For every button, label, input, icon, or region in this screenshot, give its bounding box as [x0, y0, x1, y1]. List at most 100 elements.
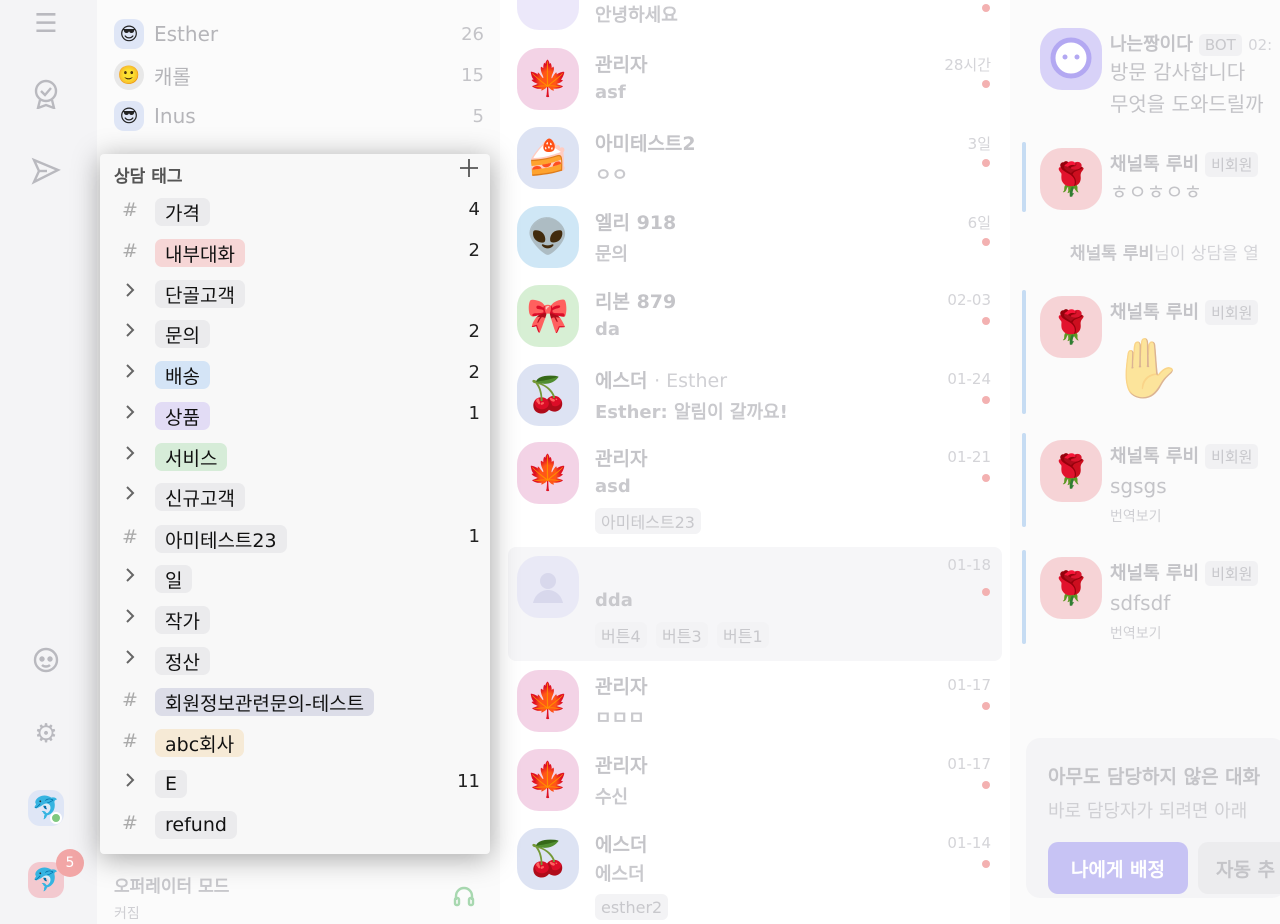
tag-row[interactable]: # 가격 4 [100, 193, 490, 233]
agent-name-text: 채널톡 루비 [1110, 154, 1200, 175]
conversation-item[interactable]: 🍁 관리자 ㅁㅁㅁ 01-17 [500, 670, 1005, 740]
conversation-last-message: 에스더 [595, 864, 645, 885]
conversation-item[interactable]: 🎀 리본 879 da 02-03 [500, 285, 1005, 355]
conversation-name: 관리자 [595, 755, 648, 777]
chevron-right-icon[interactable] [120, 648, 140, 670]
chevron-right-icon[interactable] [120, 321, 140, 343]
avatar: 🎀 [517, 285, 579, 347]
tag-count: 2 [468, 240, 480, 261]
conversation-name: 에스더 · Esther [595, 366, 727, 393]
tag-label[interactable]: 상품 [155, 402, 210, 430]
agent-role-badge: 비회원 [1205, 561, 1259, 586]
assign-to-me-button[interactable]: 나에게 배정 [1048, 842, 1188, 894]
translate-link[interactable]: 번역보기 [1110, 506, 1162, 526]
avatar: 🍁 [517, 442, 579, 504]
tag-row[interactable]: # 아미테스트23 1 [100, 520, 490, 560]
bot-time: 02: [1248, 36, 1273, 54]
tag-row[interactable]: # 내부대화 2 [100, 234, 490, 274]
conversation-last-message: da [595, 319, 621, 340]
avatar: 🍒 [517, 364, 579, 426]
tag-label[interactable]: abc회사 [155, 729, 245, 757]
conversation-tag: 버튼3 [656, 622, 708, 648]
popup-title: 상담 태그 [114, 167, 183, 187]
conversation-item[interactable]: 🍒 에스더 에스더 01-14 esther2 [500, 828, 1005, 924]
tag-label[interactable]: 서비스 [155, 443, 228, 471]
unread-dot [982, 159, 990, 167]
auto-assign-button[interactable]: 자동 추 [1198, 842, 1280, 894]
conversation-time: 01-24 [947, 370, 991, 388]
member-row-inus[interactable]: 😎 Inus 5 [114, 98, 484, 134]
tag-count: 1 [468, 526, 480, 547]
conversation-item[interactable]: 🍁 관리자 asd 01-21 아미테스트23 [500, 442, 1005, 542]
list-icon[interactable]: ☰ [30, 8, 62, 40]
chevron-right-icon[interactable] [120, 484, 140, 506]
tag-label[interactable]: 아미테스트23 [155, 525, 287, 553]
conversation-name: 리본 879 [595, 291, 677, 313]
headset-icon[interactable] [452, 884, 476, 914]
conversation-item[interactable]: 🍁 관리자 수신 01-17 [500, 749, 1005, 819]
tag-label[interactable]: 회원정보관련문의-테스트 [155, 688, 375, 716]
chevron-right-icon[interactable] [120, 607, 140, 629]
avatar: 🍰 [517, 127, 579, 189]
chevron-right-icon[interactable] [120, 771, 140, 793]
conversation-last-message: 문의 [595, 244, 629, 265]
tag-row[interactable]: E 11 [100, 765, 490, 805]
tag-row[interactable]: 상품 1 [100, 397, 490, 437]
send-icon[interactable] [30, 155, 62, 187]
tag-row[interactable]: 문의 2 [100, 315, 490, 355]
conversation-last-message: asf [595, 82, 626, 103]
member-row-esther[interactable]: 😎 Esther 26 [114, 16, 484, 52]
conversation-item[interactable]: 🍰 아미테스트2 ㅇㅇ 3일 [500, 127, 1005, 197]
tag-row[interactable]: # 회원정보관련문의-테스트 [100, 683, 490, 723]
tag-label[interactable]: 작가 [155, 606, 210, 634]
agent-avatar: 🌹 [1040, 296, 1102, 358]
conversation-name: 관리자 [595, 448, 648, 470]
chevron-right-icon[interactable] [120, 281, 140, 303]
conversation-item[interactable]: 👽 엘리 918 문의 6일 [500, 206, 1005, 276]
conversation-item[interactable]: dda 01-18 버튼4 버튼3 버튼1 [500, 556, 1005, 656]
tag-row[interactable]: 단골고객 [100, 275, 490, 315]
chevron-right-icon[interactable] [120, 444, 140, 466]
member-row-carol[interactable]: 🙂 캐롤 15 [114, 57, 484, 93]
tag-row[interactable]: 작가 [100, 601, 490, 641]
tag-label[interactable]: 가격 [155, 198, 210, 226]
tag-label[interactable]: E [155, 770, 188, 798]
translate-link[interactable]: 번역보기 [1110, 623, 1162, 643]
tag-label[interactable]: 문의 [155, 320, 210, 348]
tag-row[interactable]: 서비스 [100, 438, 490, 478]
tag-label[interactable]: 일 [155, 565, 193, 593]
badge-check-icon[interactable] [30, 78, 62, 110]
tag-label[interactable]: 정산 [155, 647, 210, 675]
tag-label[interactable]: 내부대화 [155, 239, 245, 267]
avatar: 🍁 [517, 749, 579, 811]
tag-label[interactable]: 배송 [155, 361, 210, 389]
chevron-right-icon[interactable] [120, 566, 140, 588]
tag-row[interactable]: # refund [100, 806, 490, 846]
tag-row[interactable]: 일 [100, 560, 490, 600]
avatar: 👽 [517, 206, 579, 268]
chevron-right-icon[interactable] [120, 362, 140, 384]
chat-bubble-icon[interactable] [30, 645, 62, 677]
avatar: 🍁 [517, 670, 579, 732]
conversation-tag: 아미테스트23 [595, 508, 701, 534]
gear-icon[interactable]: ⚙ [30, 718, 62, 750]
plus-icon[interactable] [458, 158, 480, 180]
tag-row[interactable]: 신규고객 [100, 478, 490, 518]
tag-row[interactable]: 배송 2 [100, 356, 490, 396]
conversation-name: 관리자 [595, 54, 648, 76]
unread-dot [982, 702, 990, 710]
conversation-item[interactable]: 🍁 관리자 asf 28시간 [500, 48, 1005, 118]
operator-mode[interactable]: 오퍼레이터 모드 커짐 [114, 872, 229, 923]
chevron-right-icon[interactable] [120, 403, 140, 425]
conversation-item[interactable]: 안녕하세요 [500, 0, 1005, 30]
avatar [517, 556, 579, 618]
tag-label[interactable]: 신규고객 [155, 483, 245, 511]
agent-name: 채널톡 루비 비회원 [1110, 442, 1259, 469]
conversation-last-message: dda [595, 590, 633, 611]
agent-avatar: 🌹 [1040, 557, 1102, 619]
tag-row[interactable]: 정산 [100, 642, 490, 682]
conversation-item[interactable]: 🍒 에스더 · Esther Esther: 알림이 갈까요! 01-24 [500, 364, 1005, 434]
tag-label[interactable]: refund [155, 811, 237, 839]
tag-row[interactable]: # abc회사 [100, 724, 490, 764]
tag-label[interactable]: 단골고객 [155, 280, 245, 308]
